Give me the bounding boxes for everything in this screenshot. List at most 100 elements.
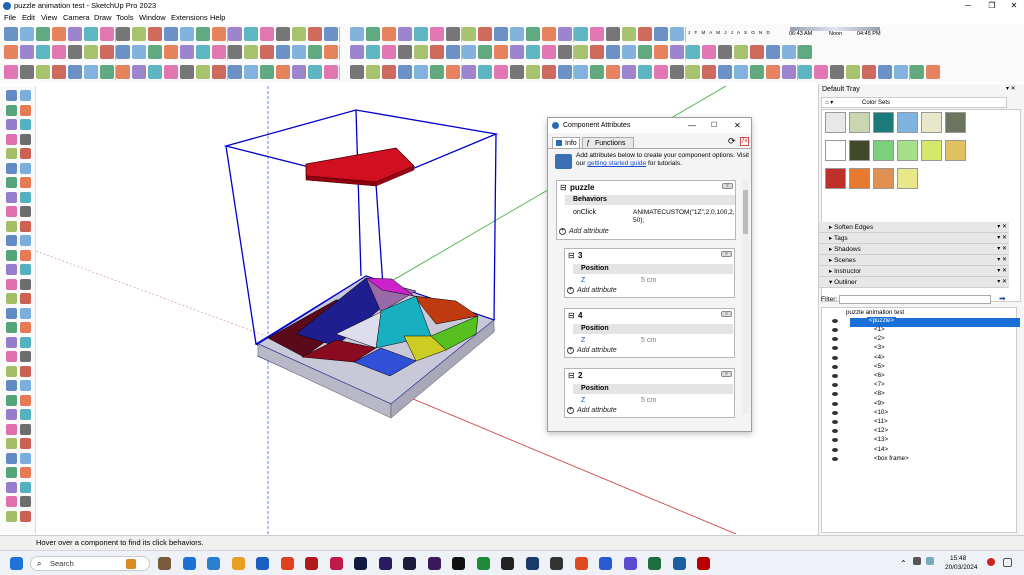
outliner-item[interactable]: <3>: [874, 344, 885, 352]
attr-name-onclick[interactable]: onClick: [573, 208, 596, 217]
component-pill-icon[interactable]: ≡: [721, 251, 732, 257]
toolbar-tool-icon[interactable]: [350, 65, 364, 79]
toolbar-tool-icon[interactable]: [244, 45, 258, 59]
filter-input[interactable]: [839, 295, 991, 304]
toolbar-tool-icon[interactable]: [324, 45, 338, 59]
drawing-tool-icon[interactable]: [6, 90, 17, 101]
taskbar-app-icon[interactable]: [378, 557, 392, 570]
toolbar-tool-icon[interactable]: [308, 27, 322, 41]
toolbar-tool-icon[interactable]: [52, 27, 66, 41]
start-button-icon[interactable]: [10, 557, 23, 570]
notification-center-icon[interactable]: [1003, 558, 1012, 567]
toolbar-tool-icon[interactable]: [52, 65, 66, 79]
toolbar-tool-icon[interactable]: [196, 27, 210, 41]
drawing-tool-icon[interactable]: [6, 423, 17, 435]
toolbar-tool-icon[interactable]: [430, 45, 444, 59]
drawing-tool-icon[interactable]: [20, 307, 31, 319]
toolbar-tool-icon[interactable]: [68, 65, 82, 79]
add-attribute-button[interactable]: + Add attribute: [565, 286, 617, 296]
toolbar-tool-icon[interactable]: [164, 65, 178, 79]
toolbar-tool-icon[interactable]: [116, 65, 130, 79]
toolbar-tool-icon[interactable]: [228, 45, 242, 59]
drawing-tool-icon[interactable]: [6, 351, 17, 362]
taskbar-app-icon[interactable]: [574, 557, 588, 570]
toolbar-tool-icon[interactable]: [276, 65, 290, 79]
menu-file[interactable]: File: [4, 12, 16, 24]
toolbar-tool-icon[interactable]: [180, 27, 194, 41]
panel-close-icon[interactable]: ▾ ✕: [997, 222, 1007, 233]
toolbar-tool-icon[interactable]: [734, 45, 748, 59]
toolbar-tool-icon[interactable]: [462, 65, 476, 79]
toolbar-tool-icon[interactable]: [622, 27, 636, 41]
drive-icon[interactable]: [913, 557, 921, 565]
outliner-item[interactable]: <2>: [874, 335, 885, 343]
toolbar-tool-icon[interactable]: [366, 27, 380, 41]
toolbar-tool-icon[interactable]: [830, 65, 844, 79]
toolbar-tool-icon[interactable]: [606, 45, 620, 59]
menu-window[interactable]: Window: [139, 12, 166, 24]
taskbar-app-icon[interactable]: [452, 557, 465, 570]
drawing-tool-icon[interactable]: [6, 220, 17, 232]
drawing-tool-icon[interactable]: [6, 409, 17, 420]
toolbar-tool-icon[interactable]: [100, 65, 114, 79]
dialog-maximize-button[interactable]: ☐: [711, 118, 717, 133]
drawing-tool-icon[interactable]: [20, 206, 31, 217]
toolbar-tool-icon[interactable]: [132, 45, 146, 59]
toolbar-tool-icon[interactable]: [398, 65, 412, 79]
toolbar-tool-icon[interactable]: [622, 65, 636, 79]
shadow-time-slider[interactable]: [790, 27, 880, 31]
material-swatch[interactable]: [945, 140, 966, 161]
taskbar-app-icon[interactable]: [403, 557, 416, 570]
menu-view[interactable]: View: [41, 12, 57, 24]
toolbar-tool-icon[interactable]: [654, 65, 668, 79]
attr-value-z[interactable]: 5 cm: [641, 336, 656, 345]
toolbar-tool-icon[interactable]: [116, 27, 130, 41]
toolbar-tool-icon[interactable]: [606, 65, 620, 79]
taskbar-app-icon[interactable]: [280, 557, 294, 570]
toolbar-tool-icon[interactable]: [654, 45, 668, 59]
toolbar-tool-icon[interactable]: [638, 45, 652, 59]
toolbar-tool-icon[interactable]: [228, 65, 242, 79]
drawing-tool-icon[interactable]: [20, 293, 31, 304]
attr-name-z[interactable]: Z: [581, 276, 585, 285]
toolbar-tool-icon[interactable]: [4, 65, 18, 79]
toolbar-tool-icon[interactable]: [212, 65, 226, 79]
toolbar-tool-icon[interactable]: [260, 65, 274, 79]
dialog-close-button[interactable]: ✕: [734, 118, 741, 133]
visibility-eye-icon[interactable]: [832, 319, 838, 323]
panel-tags[interactable]: ▸ Tags ▾ ✕: [819, 233, 1009, 244]
toolbar-tool-icon[interactable]: [590, 65, 604, 79]
collapse-icon[interactable]: ⊟: [568, 249, 575, 262]
toolbar-tool-icon[interactable]: [558, 45, 572, 59]
menu-draw[interactable]: Draw: [94, 12, 112, 24]
panel-close-icon[interactable]: ▾ ✕: [997, 255, 1007, 266]
visibility-eye-icon[interactable]: [832, 355, 838, 360]
toolbar-tool-icon[interactable]: [212, 45, 226, 59]
material-swatch[interactable]: [849, 140, 870, 161]
panel-close-icon[interactable]: ▾ ✕: [997, 244, 1007, 255]
drawing-tool-icon[interactable]: [20, 438, 31, 449]
toolbar-tool-icon[interactable]: [574, 27, 588, 41]
outliner-item[interactable]: puzzle animation test: [846, 309, 904, 317]
toolbar-tool-icon[interactable]: [20, 27, 34, 41]
outliner-item[interactable]: <7>: [874, 381, 885, 389]
toolbar-tool-icon[interactable]: [702, 65, 716, 79]
menu-camera[interactable]: Camera: [63, 12, 90, 24]
toolbar-tool-icon[interactable]: [180, 45, 194, 59]
menu-extensions[interactable]: Extensions: [171, 12, 208, 24]
toolbar-tool-icon[interactable]: [574, 65, 588, 79]
toolbar-tool-icon[interactable]: [686, 45, 700, 59]
drawing-tool-icon[interactable]: [6, 380, 17, 391]
toolbar-tool-icon[interactable]: [782, 45, 796, 59]
component-pill-icon[interactable]: ≡: [722, 183, 733, 189]
toolbar-tool-icon[interactable]: [430, 65, 444, 79]
material-swatch[interactable]: [921, 112, 942, 133]
toolbar-tool-icon[interactable]: [414, 65, 428, 79]
visibility-eye-icon[interactable]: [832, 410, 838, 415]
drawing-tool-icon[interactable]: [6, 467, 17, 478]
outliner-item[interactable]: <1>: [874, 326, 885, 334]
toolbar-tool-icon[interactable]: [446, 45, 460, 59]
toolbar-tool-icon[interactable]: [100, 45, 114, 59]
drawing-tool-icon[interactable]: [20, 496, 31, 507]
toolbar-tool-icon[interactable]: [526, 65, 540, 79]
